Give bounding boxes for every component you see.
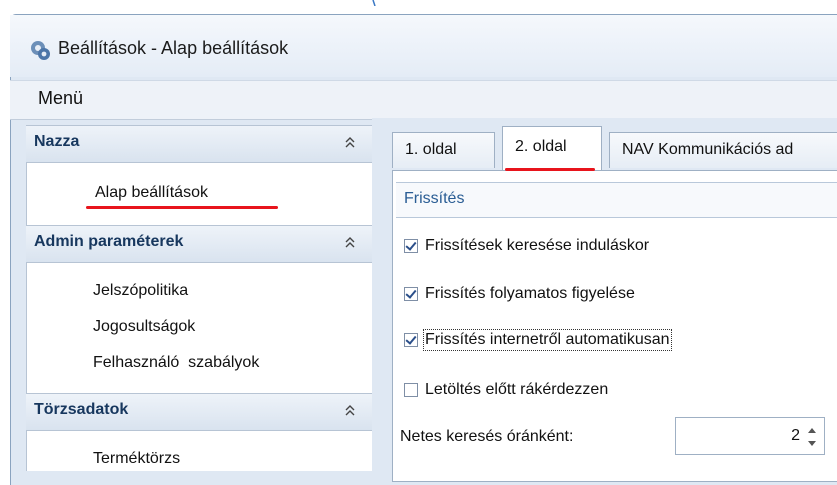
nav-group-header[interactable]: Törzsadatok [26,393,372,431]
nav-item-termektorzs[interactable]: Terméktörzs [93,450,180,468]
nav-item-alap-beallitasok[interactable]: Alap beállítások [95,184,208,202]
tab-nav-kommunikacios[interactable]: NAV Kommunikációs ad [609,132,837,168]
section-title: Frissítés [404,190,465,207]
nav-group-header[interactable]: Nazza [26,125,372,163]
option-frissitesek-keresese[interactable]: Frissítések keresése induláskor [404,235,649,257]
option-internetrol-automatikusan[interactable]: Frissítés internetről automatikusan [404,329,672,351]
window-title: Beállítások - Alap beállítások [58,38,289,58]
option-letoltes-elott-rakerdezzen[interactable]: Letöltés előtt rákérdezzen [404,379,608,401]
option-folyamatos-figyeles[interactable]: Frissítés folyamatos figyelése [404,283,635,305]
annotation-underline [86,206,278,209]
checkbox[interactable] [404,287,418,301]
hourly-search-value[interactable]: 2 [740,427,800,445]
menu-bar [10,80,837,120]
nav-group-title: Admin paraméterek [34,233,184,250]
annotation-underline [505,168,595,171]
checkbox-label: Frissítés folyamatos figyelése [425,285,635,302]
settings-gear-icon [31,41,50,60]
checkbox-label: Frissítés internetről automatikusan [423,329,672,351]
checkbox-label: Letöltés előtt rákérdezzen [425,381,609,398]
checkbox-label: Frissítések keresése induláskor [425,237,650,254]
double-chevron-up-icon[interactable] [342,234,358,250]
nav-group-title: Törzsadatok [34,401,129,418]
checkbox[interactable] [404,383,418,397]
menu-item-menu[interactable]: Menü [38,88,83,109]
nav-group-header[interactable]: Admin paraméterek [26,225,372,263]
tab-2-oldal[interactable]: 2. oldal [502,126,602,170]
double-chevron-up-icon[interactable] [342,402,358,418]
nav-item-felhasznalo-szabalyok[interactable]: Felhasználó szabályok [93,354,259,372]
nav-item-jelszopolitika[interactable]: Jelszópolitika [93,282,188,300]
checkbox[interactable] [404,333,418,347]
nav-item-jogosultsagok[interactable]: Jogosultságok [93,318,195,336]
checkbox[interactable] [404,239,418,253]
pane-splitter[interactable] [372,118,382,478]
nav-group-title: Nazza [34,133,80,150]
spin-arrows-icon[interactable] [804,422,820,452]
hourly-search-label: Netes keresés óránként: [400,428,574,445]
tab-1-oldal[interactable]: 1. oldal [392,132,495,168]
decorative-mark [372,0,376,6]
double-chevron-up-icon[interactable] [342,134,358,150]
